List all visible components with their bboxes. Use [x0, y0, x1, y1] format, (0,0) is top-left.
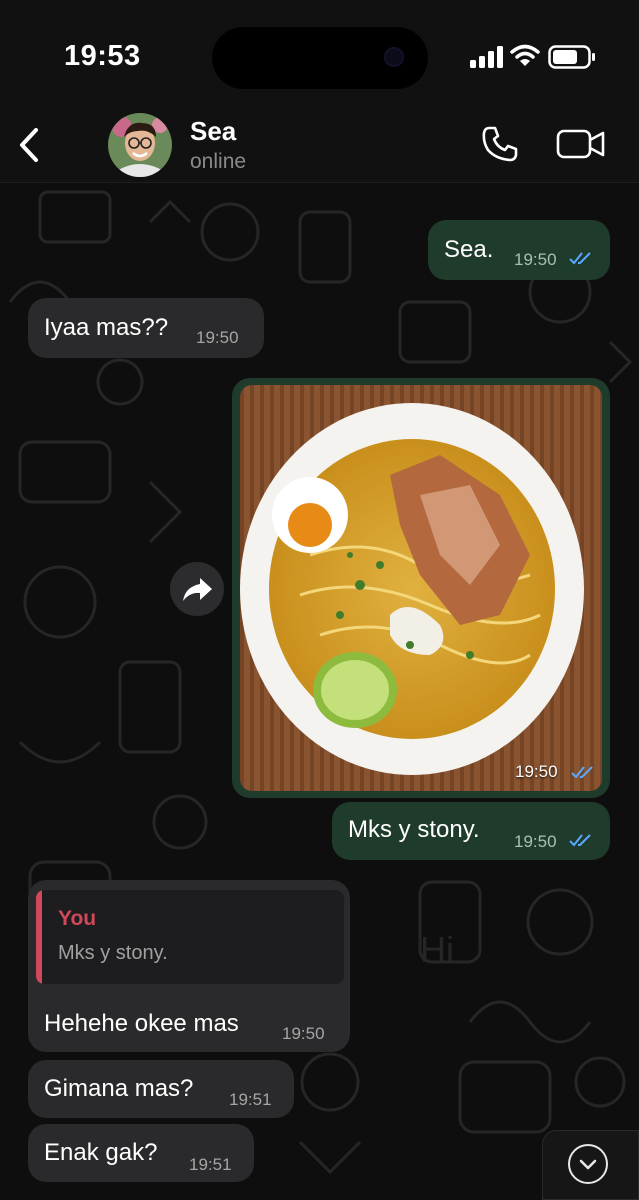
- quote-accent-bar: [36, 890, 42, 984]
- quote-text: Mks y stony.: [58, 942, 168, 964]
- call-icon[interactable]: [480, 124, 520, 164]
- food-photo[interactable]: [240, 385, 602, 791]
- image-time: 19:50: [515, 762, 558, 781]
- front-camera: [384, 47, 404, 67]
- scroll-down-circle[interactable]: [568, 1144, 608, 1184]
- message-time: 19:50: [514, 250, 557, 269]
- forward-button[interactable]: [170, 562, 224, 616]
- avatar[interactable]: [108, 113, 172, 177]
- read-ticks-icon: [569, 252, 591, 265]
- message-bubble-incoming[interactable]: Enak gak? 19:51: [28, 1124, 254, 1182]
- svg-text:Hi: Hi: [420, 929, 454, 970]
- message-bubble-incoming[interactable]: Gimana mas? 19:51: [28, 1060, 294, 1118]
- quoted-message[interactable]: You Mks y stony.: [36, 890, 344, 984]
- signal-icon: [470, 46, 503, 68]
- message-text: Hehehe okee mas: [44, 1010, 239, 1037]
- wifi-icon: [510, 44, 540, 66]
- message-text: Gimana mas?: [44, 1075, 194, 1102]
- message-bubble-outgoing[interactable]: Mks y stony. 19:50: [332, 802, 610, 860]
- video-call-icon[interactable]: [556, 126, 606, 162]
- read-ticks-icon: [569, 834, 591, 847]
- back-icon[interactable]: [14, 126, 44, 164]
- message-time: 19:51: [189, 1155, 232, 1174]
- message-time: 19:50: [282, 1024, 325, 1043]
- chevron-down-icon: [579, 1159, 597, 1170]
- quote-author: You: [58, 907, 97, 930]
- message-text: Mks y stony.: [348, 816, 480, 843]
- contact-name[interactable]: Sea: [190, 116, 236, 147]
- message-text: Enak gak?: [44, 1139, 158, 1166]
- message-time: 19:50: [514, 832, 557, 851]
- message-bubble-outgoing[interactable]: Sea. 19:50: [428, 220, 610, 280]
- message-bubble-incoming[interactable]: Iyaa mas?? 19:50: [28, 298, 264, 358]
- contact-status: online: [190, 150, 247, 173]
- chat-header: [0, 100, 639, 183]
- read-ticks-icon: [571, 766, 593, 779]
- forward-icon: [183, 578, 212, 601]
- message-time: 19:51: [229, 1090, 272, 1109]
- battery-icon: [548, 45, 595, 69]
- message-text: Iyaa mas??: [44, 314, 169, 341]
- status-time: 19:53: [64, 40, 141, 72]
- message-text: Sea.: [444, 236, 494, 263]
- message-time: 19:50: [196, 328, 239, 347]
